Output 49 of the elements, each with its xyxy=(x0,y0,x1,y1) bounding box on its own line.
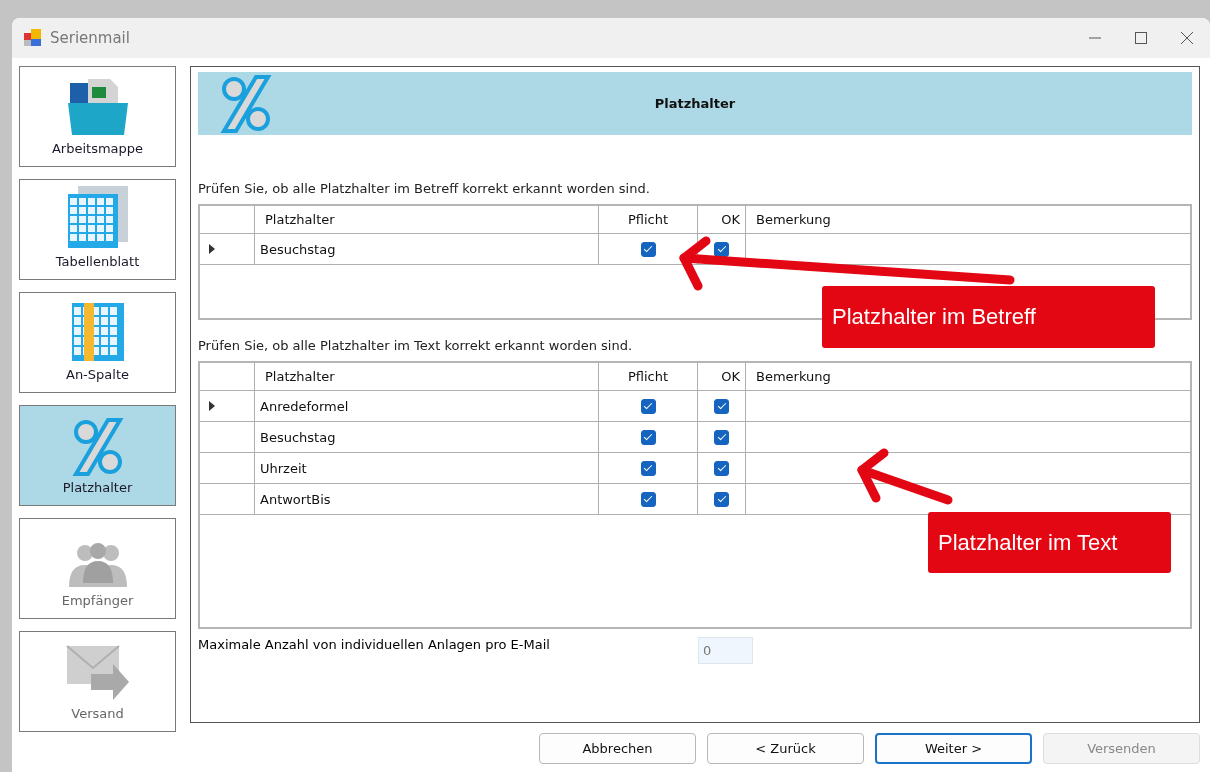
checkbox[interactable] xyxy=(640,429,656,445)
nav-tile[interactable]: Platzhalter xyxy=(19,405,176,506)
close-icon[interactable] xyxy=(1180,31,1194,45)
table-cell: Uhrzeit xyxy=(260,460,307,476)
nav-tile[interactable]: An-Spalte xyxy=(19,292,176,393)
checkbox[interactable] xyxy=(714,460,729,476)
column-header: Bemerkung xyxy=(756,369,831,384)
page-title: Platzhalter xyxy=(653,96,737,111)
input-field[interactable]: 0 xyxy=(698,637,753,664)
checkbox[interactable] xyxy=(714,429,729,445)
instruction-text: Prüfen Sie, ob alle Platzhalter im Betreff korrekt erkannt worden sind. xyxy=(198,181,651,196)
instruction-text: Prüfen Sie, ob alle Platzhalter im Text korrekt erkannt worden sind. xyxy=(198,338,634,353)
percent-icon xyxy=(71,418,124,476)
column-header: Platzhalter xyxy=(265,212,335,227)
table-row[interactable]: Uhrzeit xyxy=(200,453,1190,484)
checkbox[interactable] xyxy=(640,491,656,507)
percent-icon xyxy=(220,74,272,133)
field-label: Maximale Anzahl von individuellen Anlagen pro E-Mail xyxy=(198,637,551,652)
table-cell: Anredeformel xyxy=(260,398,349,414)
column-header: Pflicht xyxy=(627,212,669,227)
folder-icon xyxy=(65,77,130,137)
column-header: OK xyxy=(721,212,740,227)
table-cell: Besuchstag xyxy=(260,429,336,445)
table-cell: AntwortBis xyxy=(260,491,331,507)
dialog-button[interactable]: < Zurück xyxy=(707,733,864,764)
column-header: Bemerkung xyxy=(756,212,831,227)
checkbox[interactable] xyxy=(640,460,656,476)
table-row[interactable]: Besuchstag xyxy=(200,422,1190,453)
checkbox[interactable] xyxy=(714,491,729,507)
dialog-button[interactable]: Abbrechen xyxy=(539,733,696,764)
window-title: Serienmail xyxy=(50,29,130,47)
app-icon xyxy=(24,29,42,47)
maximize-icon[interactable] xyxy=(1134,31,1148,45)
callout-label: Platzhalter im Text xyxy=(928,512,1171,573)
table-icon xyxy=(65,184,130,250)
nav-tile[interactable]: Tabellenblatt xyxy=(19,179,176,280)
callout-label: Platzhalter im Betreff xyxy=(822,286,1155,348)
table-cell: Besuchstag xyxy=(260,241,336,257)
envelope-arrow-icon xyxy=(64,644,131,702)
column-header: Pflicht xyxy=(627,369,669,384)
nav-tile[interactable]: Arbeitsmappe xyxy=(19,66,176,167)
column-header: Platzhalter xyxy=(265,369,335,384)
checkbox[interactable] xyxy=(714,241,729,257)
checkbox[interactable] xyxy=(640,398,656,414)
checkbox[interactable] xyxy=(640,241,656,257)
dialog-button[interactable]: Weiter > xyxy=(875,733,1032,764)
table-icon xyxy=(69,301,126,363)
column-header: OK xyxy=(721,369,740,384)
checkbox[interactable] xyxy=(714,398,729,414)
